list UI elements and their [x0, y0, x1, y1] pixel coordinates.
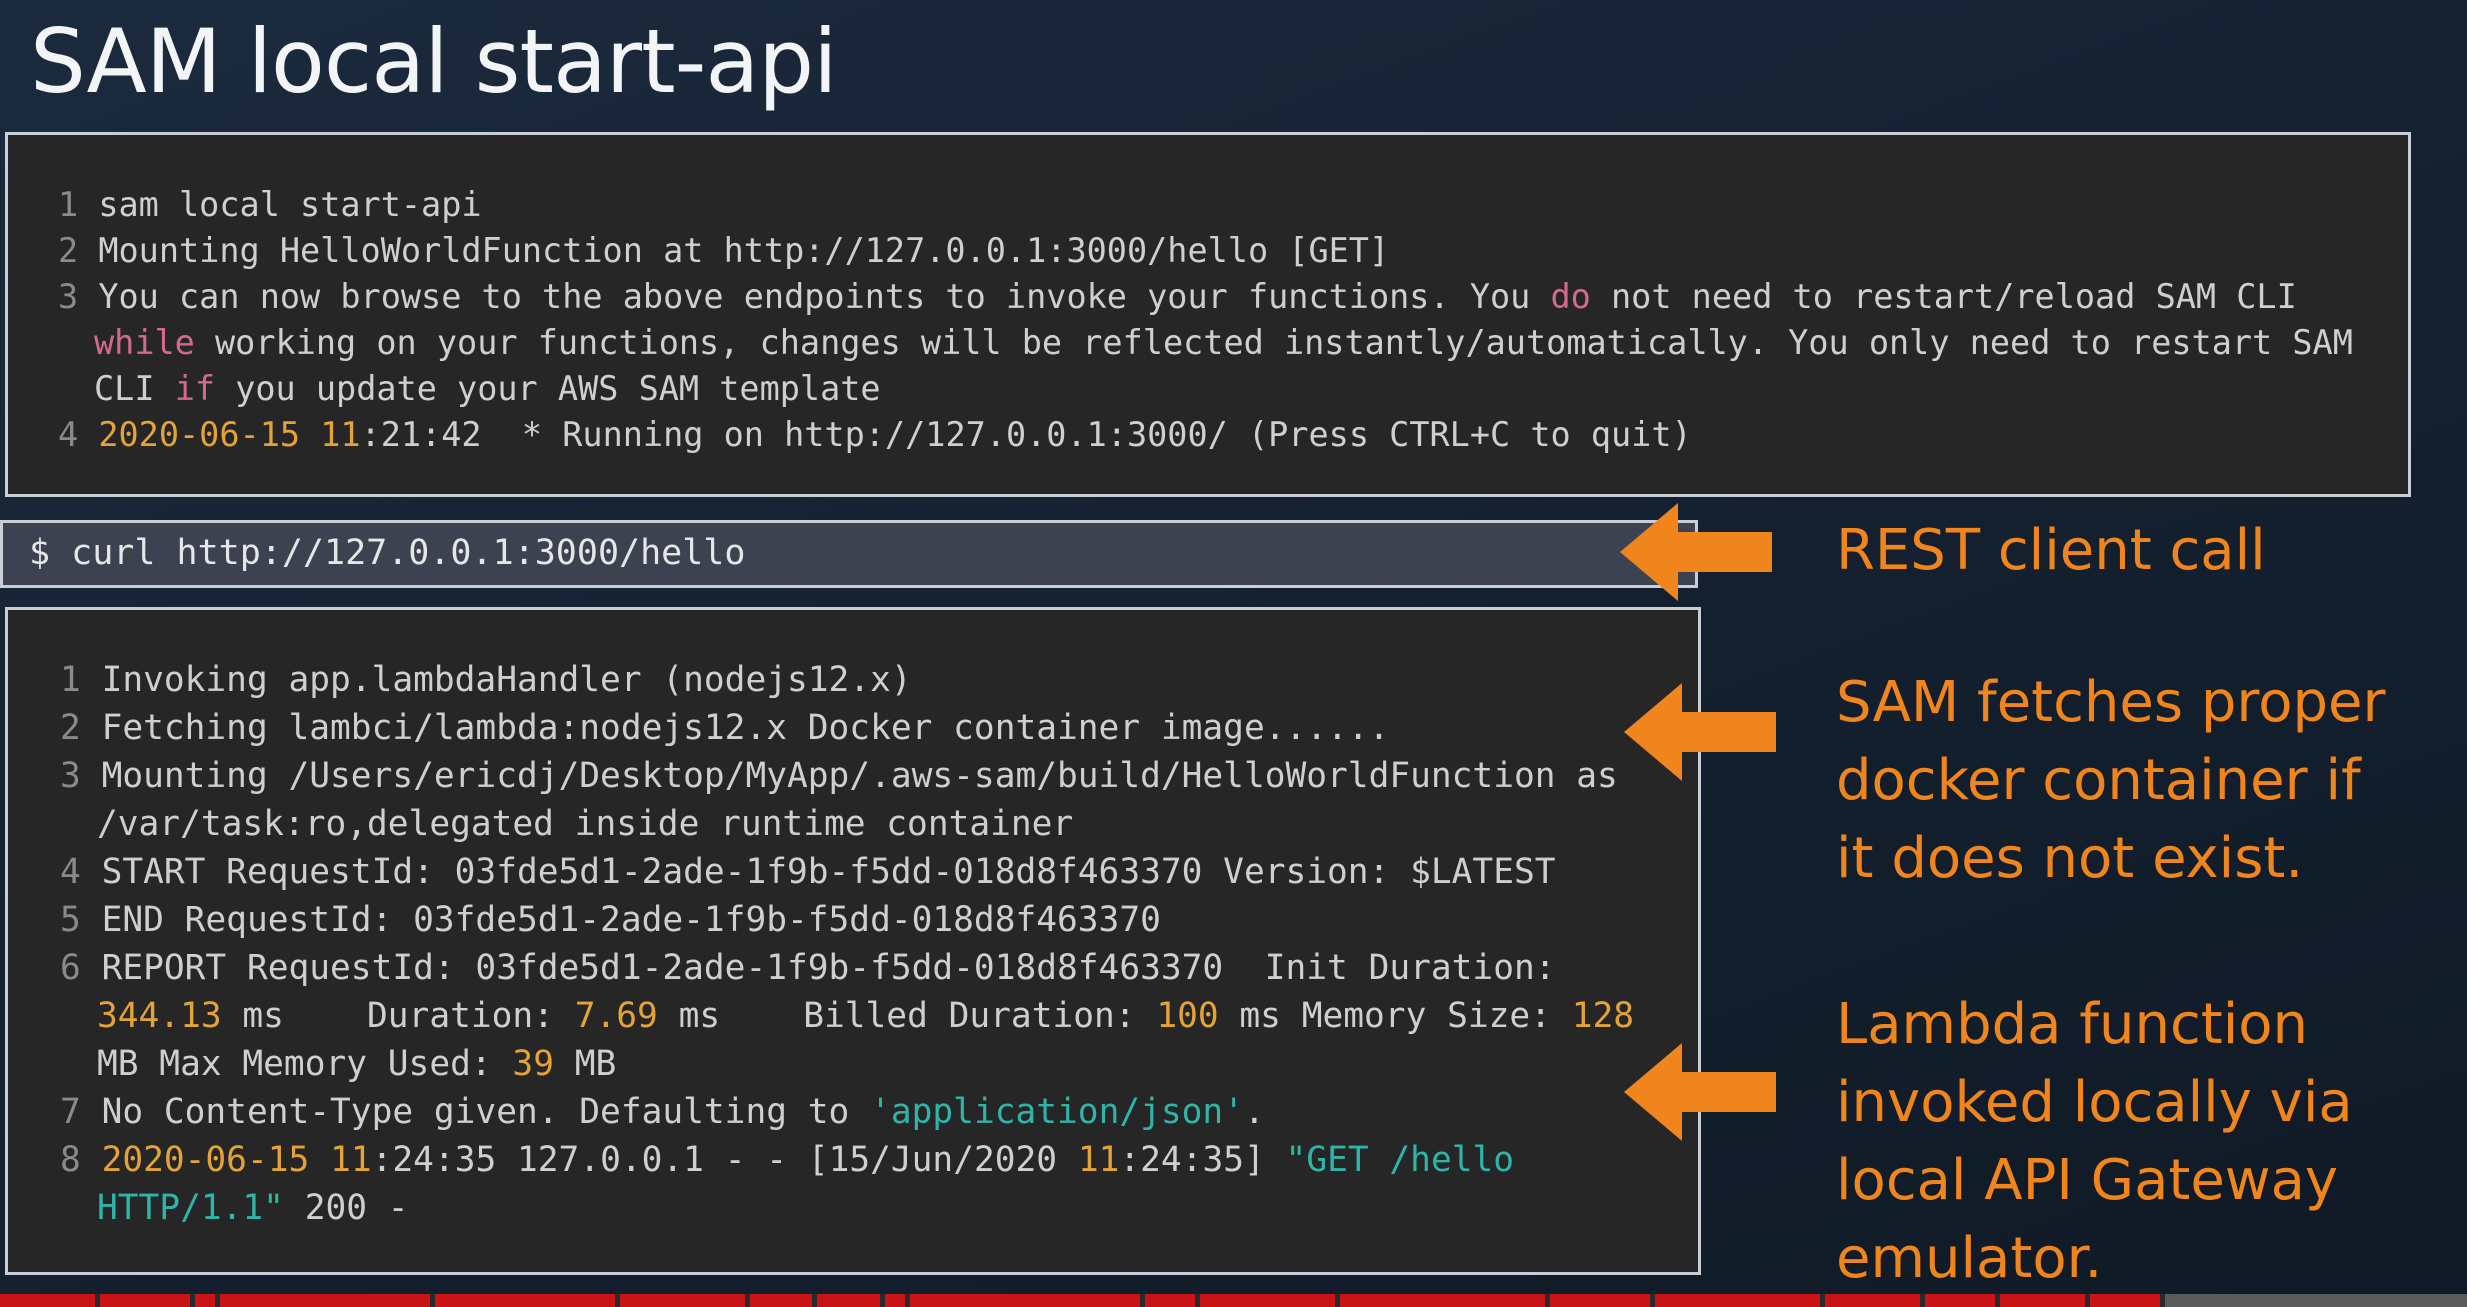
curl-command: $ curl http://127.0.0.1:3000/hello	[29, 533, 746, 573]
code-line: 4 2020-06-15 11:21:42 * Running on http:…	[58, 415, 1692, 454]
note-sam-fetches-container: SAM fetches proper docker container if i…	[1836, 670, 2386, 891]
curl-command-bar: $ curl http://127.0.0.1:3000/hello	[0, 520, 1698, 588]
code-line: 1 Invoking app.lambdaHandler (nodejs12.x…	[60, 660, 912, 700]
terminal-invoke-output: 1 Invoking app.lambdaHandler (nodejs12.x…	[5, 607, 1701, 1275]
terminal-server-output: 1 sam local start-api 2 Mounting HelloWo…	[5, 132, 2411, 497]
code-line: /var/task:ro,delegated inside runtime co…	[97, 804, 1074, 844]
code-line: 2 Mounting HelloWorldFunction at http://…	[58, 231, 1390, 270]
slide-title: SAM local start-api	[30, 10, 838, 113]
code-line: 2 Fetching lambci/lambda:nodejs12.x Dock…	[60, 708, 1390, 748]
note-lambda-invoked-locally: Lambda function invoked locally via loca…	[1836, 992, 2353, 1291]
code-line: 7 No Content-Type given. Defaulting to '…	[60, 1092, 1265, 1132]
code-line: CLI if you update your AWS SAM template	[94, 369, 881, 408]
code-line: while working on your functions, changes…	[94, 323, 2353, 362]
note-rest-client-call: REST client call	[1836, 518, 2266, 583]
arrow-left-icon	[1624, 683, 1776, 781]
code-line: 3 Mounting /Users/ericdj/Desktop/MyApp/.…	[60, 756, 1618, 796]
code-line: MB Max Memory Used: 39 MB	[97, 1044, 617, 1084]
code-line: 344.13 ms Duration: 7.69 ms Billed Durat…	[97, 996, 1635, 1036]
video-progress-bar[interactable]	[0, 1294, 2467, 1307]
code-line: 4 START RequestId: 03fde5d1-2ade-1f9b-f5…	[60, 852, 1556, 892]
arrow-left-icon	[1624, 1043, 1776, 1141]
code-line: 1 sam local start-api	[58, 185, 482, 224]
code-line: 6 REPORT RequestId: 03fde5d1-2ade-1f9b-f…	[60, 948, 1556, 988]
code-line: HTTP/1.1" 200 -	[97, 1188, 409, 1228]
arrow-left-icon	[1620, 503, 1772, 601]
code-line: 5 END RequestId: 03fde5d1-2ade-1f9b-f5dd…	[60, 900, 1161, 940]
code-line: 3 You can now browse to the above endpoi…	[58, 277, 2297, 316]
code-line: 8 2020-06-15 11:24:35 127.0.0.1 - - [15/…	[60, 1140, 1515, 1180]
